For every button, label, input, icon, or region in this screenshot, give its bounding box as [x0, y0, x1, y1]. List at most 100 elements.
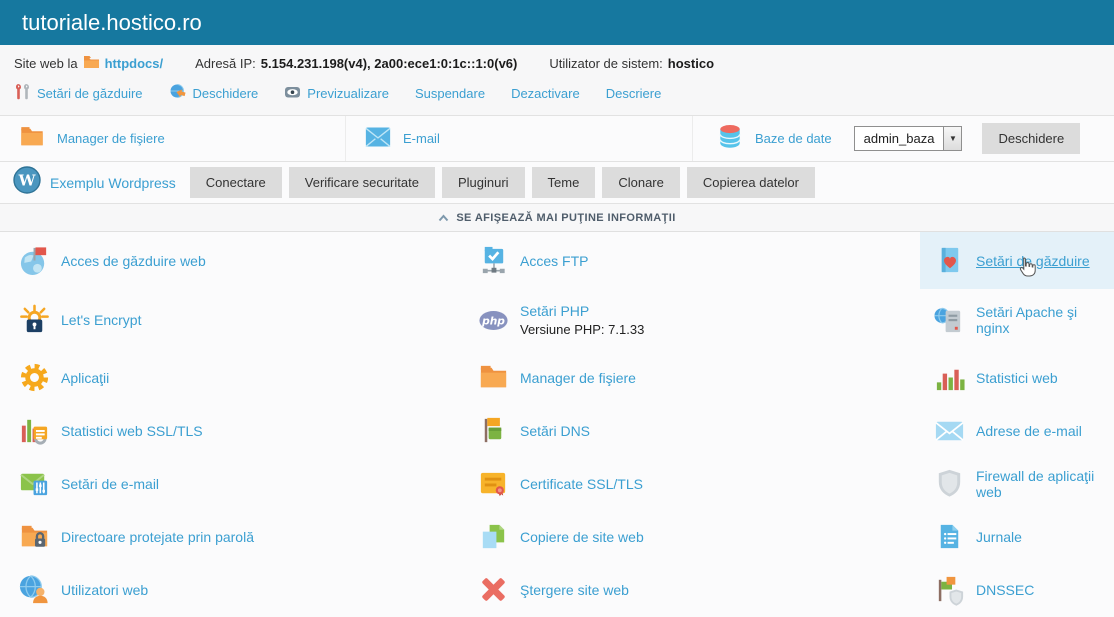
ip-address: Adresă IP: 5.154.231.198(v4), 2a00:ece1:… — [195, 56, 517, 71]
wordpress-icon: W — [13, 166, 41, 199]
site-info-section: Site web la httpdocs/ Adresă IP: 5.154.2… — [0, 45, 1114, 116]
grid-item-link[interactable]: Statistici web — [976, 370, 1058, 386]
grid-item-lets-encrypt: Let's Encrypt — [0, 289, 460, 351]
wordpress-row: W Exemplu Wordpress Conectare Verificare… — [0, 162, 1114, 204]
grid-item-ssl-web-statistics: Statistici web SSL/TLS — [0, 404, 460, 457]
database-icon — [715, 122, 745, 155]
action-description[interactable]: Descriere — [606, 86, 662, 101]
folder-icon — [17, 123, 47, 154]
grid-item-dns-settings: Setări DNS — [460, 404, 920, 457]
protected-folder-icon[interactable] — [18, 520, 51, 553]
system-user-value: hostico — [668, 56, 714, 71]
ip-value: 5.154.231.198(v4), 2a00:ece1:0:1c::1:0(v… — [261, 56, 518, 71]
grid-item-link[interactable]: Manager de fişiere — [520, 370, 636, 386]
grid-item-applications: Aplicaţii — [0, 351, 460, 404]
action-open-site[interactable]: Deschidere — [169, 83, 259, 103]
dnssec-icon[interactable] — [933, 573, 966, 606]
grid-item-email-addresses: Adrese de e-mail — [920, 404, 1114, 457]
grid-item-link[interactable]: Setări de e-mail — [61, 476, 159, 492]
grid-item-link[interactable]: Utilizatori web — [61, 582, 148, 598]
grid-item-link[interactable]: Setări DNS — [520, 423, 590, 439]
grid-item-link[interactable]: Directoare protejate prin parolă — [61, 529, 254, 545]
certificate-icon[interactable] — [477, 467, 510, 500]
database-open-button[interactable]: Deschidere — [982, 123, 1080, 154]
action-deactivate[interactable]: Dezactivare — [511, 86, 580, 101]
site-location: Site web la httpdocs/ — [14, 55, 163, 72]
preview-eye-icon — [284, 84, 301, 103]
file-manager-icon[interactable] — [477, 361, 510, 394]
grid-item-link[interactable]: Statistici web SSL/TLS — [61, 423, 203, 439]
grid-item-link[interactable]: Certificate SSL/TLS — [520, 476, 643, 492]
action-label: Suspendare — [415, 86, 485, 101]
grid-item-remove-website: Ştergere site web — [460, 563, 920, 616]
hosting-settings-icon[interactable] — [933, 244, 966, 277]
tools-row: Manager de fişiere E-mail Baze de date a… — [0, 116, 1114, 162]
action-label: Setări de găzduire — [37, 86, 143, 101]
wp-copy-data-button[interactable]: Copierea datelor — [687, 167, 815, 198]
grid-item-link[interactable]: Setări Apache şi nginx — [976, 304, 1114, 336]
grid-item-link[interactable]: Acces FTP — [520, 253, 588, 269]
grid-item-link[interactable]: Copiere de site web — [520, 529, 644, 545]
database-select[interactable]: admin_baza ▼ — [854, 126, 963, 151]
wrenches-icon — [14, 83, 31, 103]
globe-arrow-icon — [169, 83, 187, 103]
grid-item-link[interactable]: Aplicaţii — [61, 370, 109, 386]
grid-item-web-app-firewall: Firewall de aplicaţii web — [920, 457, 1114, 510]
logs-icon[interactable] — [933, 520, 966, 553]
grid-item-link[interactable]: DNSSEC — [976, 582, 1034, 598]
grid-item-link[interactable]: Ştergere site web — [520, 582, 629, 598]
grid-item-link[interactable]: Firewall de aplicaţii web — [976, 468, 1114, 500]
grid-item-link[interactable]: Acces de găzduire web — [61, 253, 206, 269]
databases-link[interactable]: Baze de date — [755, 131, 832, 146]
show-less-label: SE AFIŞEAZĂ MAI PUŢINE INFORMAŢII — [456, 212, 675, 224]
wp-plugins-button[interactable]: Pluginuri — [442, 167, 525, 198]
action-label: Deschidere — [193, 86, 259, 101]
grid-item-dnssec: DNSSEC — [920, 563, 1114, 616]
letsencrypt-lock-icon[interactable] — [18, 304, 51, 337]
site-info-row: Site web la httpdocs/ Adresă IP: 5.154.2… — [0, 45, 1114, 76]
grid-item-web-users: Utilizatori web — [0, 563, 460, 616]
wp-connect-button[interactable]: Conectare — [190, 167, 282, 198]
email-link: E-mail — [403, 131, 440, 146]
web-stats-icon[interactable] — [933, 361, 966, 394]
action-label: Previzualizare — [307, 86, 389, 101]
php-icon[interactable]: php — [477, 304, 510, 337]
copy-site-icon[interactable] — [477, 520, 510, 553]
tool-databases: Baze de date admin_baza ▼ Deschidere — [692, 116, 1114, 161]
ftp-icon[interactable] — [477, 244, 510, 277]
delete-site-icon[interactable] — [477, 573, 510, 606]
globe-flag-icon[interactable] — [18, 244, 51, 277]
gear-icon[interactable] — [18, 361, 51, 394]
wp-clone-button[interactable]: Clonare — [602, 167, 680, 198]
action-hosting-settings[interactable]: Setări de găzduire — [14, 83, 143, 103]
wordpress-buttons: Conectare Verificare securitate Pluginur… — [190, 167, 815, 198]
apache-nginx-icon[interactable] — [933, 304, 966, 337]
action-suspend[interactable]: Suspendare — [415, 86, 485, 101]
show-less-toggle[interactable]: SE AFIŞEAZĂ MAI PUŢINE INFORMAŢII — [0, 204, 1114, 232]
wp-security-check-button[interactable]: Verificare securitate — [289, 167, 435, 198]
grid-item-file-manager: Manager de fişiere — [460, 351, 920, 404]
svg-text:W: W — [18, 172, 37, 190]
dns-icon[interactable] — [477, 414, 510, 447]
email-addresses-icon[interactable] — [933, 414, 966, 447]
wp-themes-button[interactable]: Teme — [532, 167, 596, 198]
grid-item-password-protected-dirs: Directoare protejate prin parolă — [0, 510, 460, 563]
ssl-stats-icon[interactable] — [18, 414, 51, 447]
tool-file-manager[interactable]: Manager de fişiere — [0, 116, 345, 161]
wordpress-site-link[interactable]: Exemplu Wordpress — [50, 175, 176, 191]
grid-item-link[interactable]: Adrese de e-mail — [976, 423, 1082, 439]
actions-row: Setări de găzduire Deschidere Previzuali… — [0, 76, 1114, 115]
web-users-icon[interactable] — [18, 573, 51, 606]
folder-icon — [83, 55, 100, 72]
tool-email[interactable]: E-mail — [345, 116, 692, 161]
firewall-shield-icon[interactable] — [933, 467, 966, 500]
grid-item-link[interactable]: Jurnale — [976, 529, 1022, 545]
grid-item-link[interactable]: Setări PHP — [520, 303, 644, 319]
grid-item-mail-settings: Setări de e-mail — [0, 457, 460, 510]
httpdocs-link[interactable]: httpdocs/ — [105, 56, 164, 71]
mail-settings-icon[interactable] — [18, 467, 51, 500]
action-preview[interactable]: Previzualizare — [284, 84, 389, 103]
grid-item-link[interactable]: Let's Encrypt — [61, 312, 142, 328]
file-manager-link: Manager de fişiere — [57, 131, 165, 146]
grid-item-web-hosting-access: Acces de găzduire web — [0, 232, 460, 289]
